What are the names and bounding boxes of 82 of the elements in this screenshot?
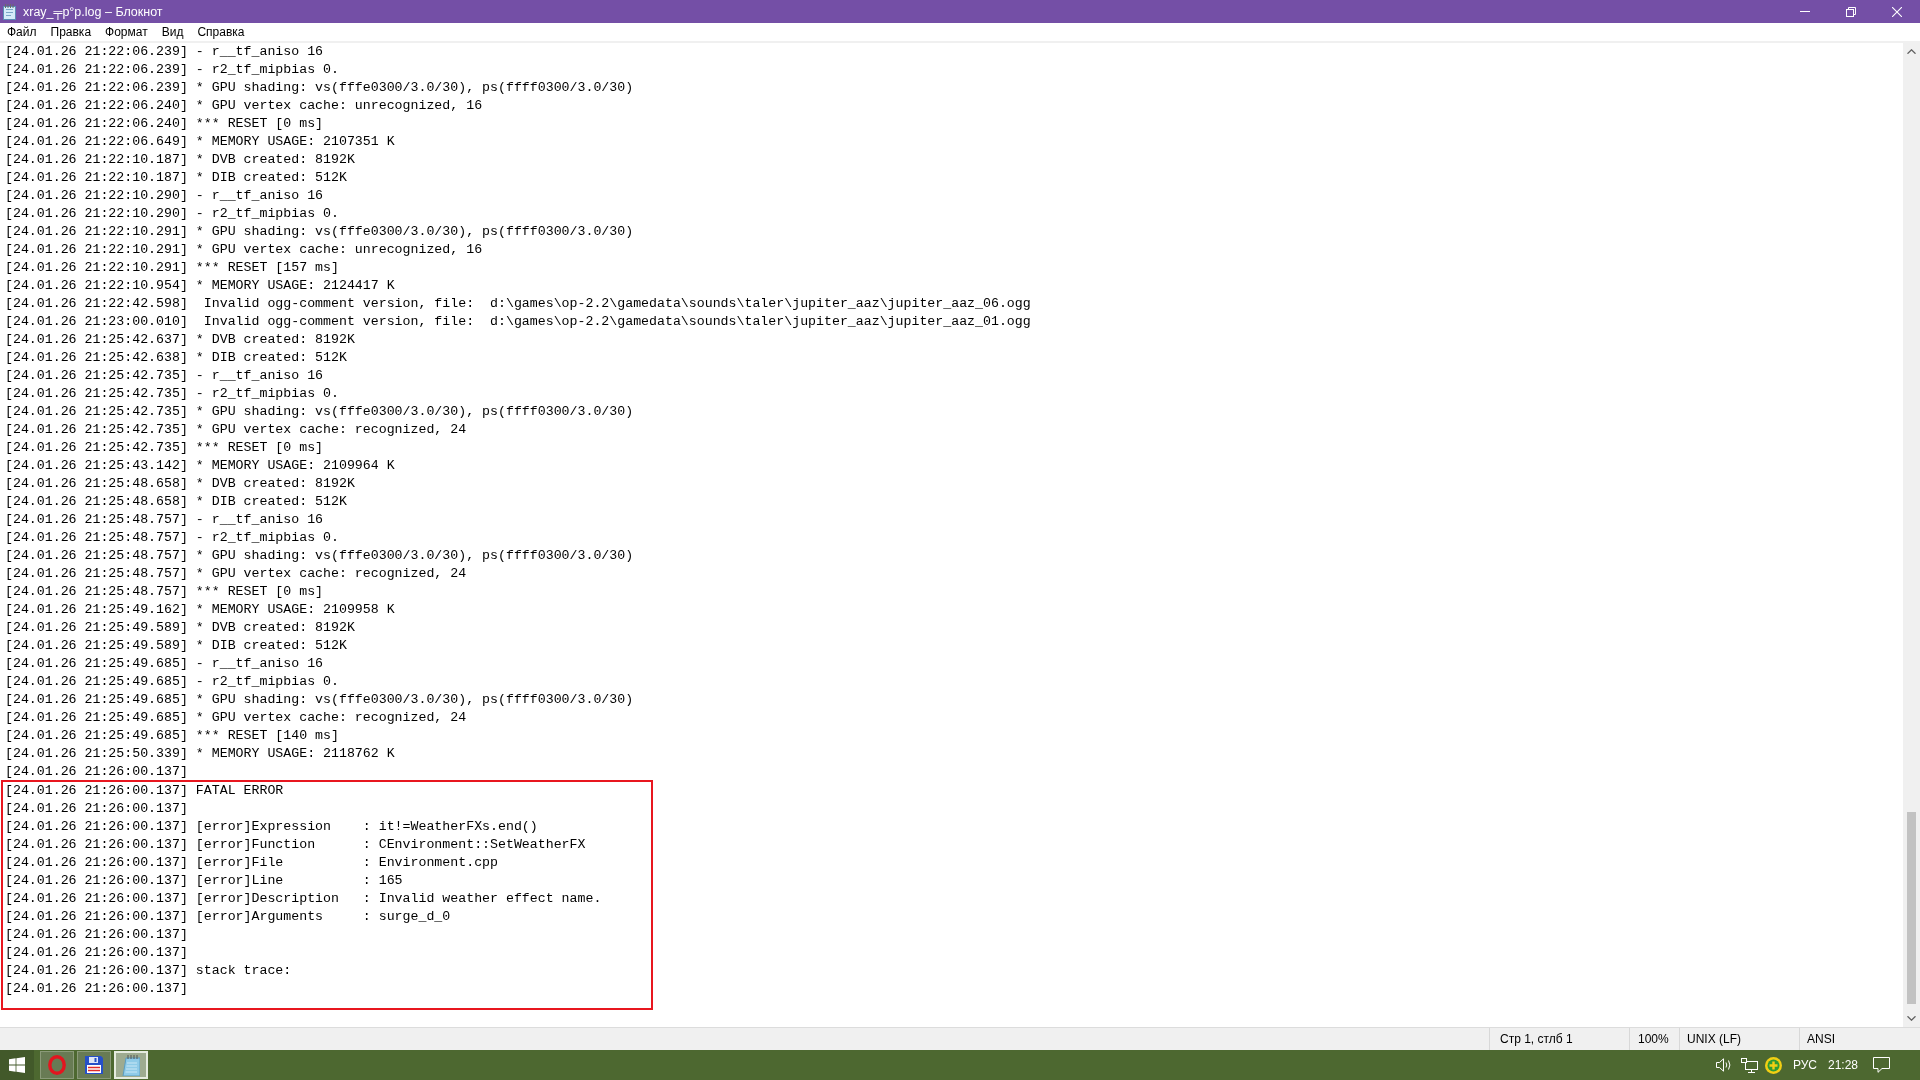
speech-bubble-icon[interactable] xyxy=(1873,1057,1890,1073)
log-line: [24.01.26 21:22:06.239] - r2_tf_mipbias 0. xyxy=(4,61,339,79)
log-line: [24.01.26 21:25:43.142] * MEMORY USAGE: 2109964 K xyxy=(4,457,395,475)
log-line: [24.01.26 21:25:49.589] * DIB created: 512K xyxy=(4,637,347,655)
log-line: [24.01.26 21:25:42.735] * GPU vertex cache: recognized, 24 xyxy=(4,421,467,439)
log-line: [24.01.26 21:22:10.290] - r__tf_aniso 16 xyxy=(4,187,324,205)
log-line: [24.01.26 21:22:06.649] * MEMORY USAGE: 2107351 K xyxy=(4,133,395,151)
log-line: [24.01.26 21:26:00.137] xyxy=(4,944,188,962)
log-line: [24.01.26 21:22:06.239] * GPU shading: vs(fffe0300/3.0/30), ps(ffff0300/3.0/30) xyxy=(4,79,634,97)
speaker-icon[interactable] xyxy=(1715,1058,1732,1072)
log-line: [24.01.26 21:25:50.339] * MEMORY USAGE: 2118762 K xyxy=(4,745,395,763)
ring-icon xyxy=(48,1055,66,1075)
notepad-icon xyxy=(3,3,16,20)
log-line: [24.01.26 21:25:49.685] - r__tf_aniso 16 xyxy=(4,655,324,673)
menu-item[interactable]: Вид xyxy=(154,23,191,41)
vertical-scrollbar[interactable] xyxy=(1903,43,1920,1027)
network-icon[interactable] xyxy=(1740,1057,1758,1073)
menu-item[interactable]: Формат xyxy=(98,23,155,41)
log-line: [24.01.26 21:22:06.239] - r__tf_aniso 16 xyxy=(4,43,324,61)
window-title: xray_╤p°p.log – Блокнот xyxy=(23,4,163,19)
log-line: [24.01.26 21:26:00.137] xyxy=(4,926,188,944)
log-line: [24.01.26 21:22:06.240] * GPU vertex cache: unrecognized, 16 xyxy=(4,97,483,115)
log-line: [24.01.26 21:25:42.735] *** RESET [0 ms] xyxy=(4,439,324,457)
chevron-up-icon xyxy=(1907,49,1916,54)
zoom-level: 100% xyxy=(1638,1032,1669,1046)
log-line: [24.01.26 21:26:00.137] [error]Expression : it!=WeatherFXs.end() xyxy=(4,818,538,836)
log-line: [24.01.26 21:22:10.954] * MEMORY USAGE: 2124417 K xyxy=(4,277,395,295)
log-line: [24.01.26 21:22:10.291] * GPU vertex cache: unrecognized, 16 xyxy=(4,241,483,259)
log-line: [24.01.26 21:25:48.757] *** RESET [0 ms] xyxy=(4,583,324,601)
log-line: [24.01.26 21:26:00.137] xyxy=(4,980,188,998)
log-line: [24.01.26 21:26:00.137] [error]Line : 165 xyxy=(4,872,403,890)
cursor-position: Стр 1, стлб 1 xyxy=(1500,1032,1573,1046)
log-line: [24.01.26 21:26:00.137] xyxy=(4,763,188,781)
log-line: [24.01.26 21:22:10.291] *** RESET [157 ms] xyxy=(4,259,339,277)
line-ending: UNIX (LF) xyxy=(1687,1032,1741,1046)
log-line: [24.01.26 21:25:48.757] - r2_tf_mipbias 0. xyxy=(4,529,339,547)
taskbar-app-button[interactable] xyxy=(77,1051,111,1079)
clock-time[interactable]: 21:28 xyxy=(1827,1058,1858,1072)
log-line: [24.01.26 21:22:10.290] - r2_tf_mipbias 0. xyxy=(4,205,339,223)
log-line: [24.01.26 21:25:48.757] * GPU vertex cache: recognized, 24 xyxy=(4,565,467,583)
log-line: [24.01.26 21:25:48.757] - r__tf_aniso 16 xyxy=(4,511,324,529)
log-line: [24.01.26 21:26:00.137] xyxy=(4,800,188,818)
encoding: ANSI xyxy=(1807,1032,1835,1046)
close-icon xyxy=(1892,6,1902,17)
start-button[interactable] xyxy=(0,1050,34,1080)
log-line: [24.01.26 21:25:48.757] * GPU shading: vs(fffe0300/3.0/30), ps(ffff0300/3.0/30) xyxy=(4,547,634,565)
log-line: [24.01.26 21:25:49.685] - r2_tf_mipbias 0. xyxy=(4,673,339,691)
log-line: [24.01.26 21:25:49.589] * DVB created: 8192K xyxy=(4,619,355,637)
log-line: [24.01.26 21:26:00.137] [error]Arguments : surge_d_0 xyxy=(4,908,451,926)
log-line: [24.01.26 21:22:10.187] * DIB created: 512K xyxy=(4,169,347,187)
log-line: [24.01.26 21:25:49.162] * MEMORY USAGE: 2109958 K xyxy=(4,601,395,619)
log-line: [24.01.26 21:26:00.137] stack trace: xyxy=(4,962,292,980)
log-line: [24.01.26 21:25:49.685] * GPU shading: vs(fffe0300/3.0/30), ps(ffff0300/3.0/30) xyxy=(4,691,634,709)
language-indicator[interactable]: РУС xyxy=(1792,1058,1817,1072)
log-line: [24.01.26 21:25:42.735] - r2_tf_mipbias 0. xyxy=(4,385,339,403)
minimize-icon xyxy=(1800,11,1810,12)
log-line: [24.01.26 21:22:06.240] *** RESET [0 ms] xyxy=(4,115,324,133)
menu-item[interactable]: Файл xyxy=(0,23,44,41)
log-line: [24.01.26 21:25:48.658] * DVB created: 8192K xyxy=(4,475,355,493)
scrollbar-thumb[interactable] xyxy=(1907,812,1916,1004)
windows-logo-icon xyxy=(9,1057,25,1073)
log-line: [24.01.26 21:22:10.291] * GPU shading: vs(fffe0300/3.0/30), ps(ffff0300/3.0/30) xyxy=(4,223,634,241)
notepad-icon xyxy=(122,1054,140,1076)
log-line: [24.01.26 21:25:42.735] * GPU shading: vs(fffe0300/3.0/30), ps(ffff0300/3.0/30) xyxy=(4,403,634,421)
log-line: [24.01.26 21:25:49.685] * GPU vertex cache: recognized, 24 xyxy=(4,709,467,727)
menu-item[interactable]: Правка xyxy=(43,23,99,41)
log-line: [24.01.26 21:25:42.735] - r__tf_aniso 16 xyxy=(4,367,324,385)
log-line: [24.01.26 21:26:00.137] [error]File : Environment.cpp xyxy=(4,854,498,872)
log-line: [24.01.26 21:26:00.137] [error]Description : Invalid weather effect name. xyxy=(4,890,602,908)
log-line: [24.01.26 21:23:00.010] Invalid ogg-comment version, file: d:\games\op-2.2\gamedata\sounds\taler\jupiter_aaz\jupiter_aaz_01.ogg xyxy=(4,313,1031,331)
log-line: [24.01.26 21:22:42.598] Invalid ogg-comment version, file: d:\games\op-2.2\gamedata\sounds\taler\jupiter_aaz\jupiter_aaz_06.ogg xyxy=(4,295,1031,313)
log-line: [24.01.26 21:22:10.187] * DVB created: 8192K xyxy=(4,151,355,169)
log-line: [24.01.26 21:25:48.658] * DIB created: 512K xyxy=(4,493,347,511)
log-line: [24.01.26 21:25:49.685] *** RESET [140 ms] xyxy=(4,727,339,745)
chevron-down-icon xyxy=(1907,1016,1916,1021)
menu-item[interactable]: Справка xyxy=(190,23,252,41)
log-line: [24.01.26 21:26:00.137] [error]Function : CEnvironment::SetWeatherFX xyxy=(4,836,586,854)
log-line: [24.01.26 21:25:42.637] * DVB created: 8192K xyxy=(4,331,355,349)
log-line: [24.01.26 21:25:42.638] * DIB created: 512K xyxy=(4,349,347,367)
restore-icon xyxy=(1846,6,1856,17)
log-line: [24.01.26 21:26:00.137] FATAL ERROR xyxy=(4,782,284,800)
plus-circle-icon[interactable] xyxy=(1764,1056,1782,1074)
